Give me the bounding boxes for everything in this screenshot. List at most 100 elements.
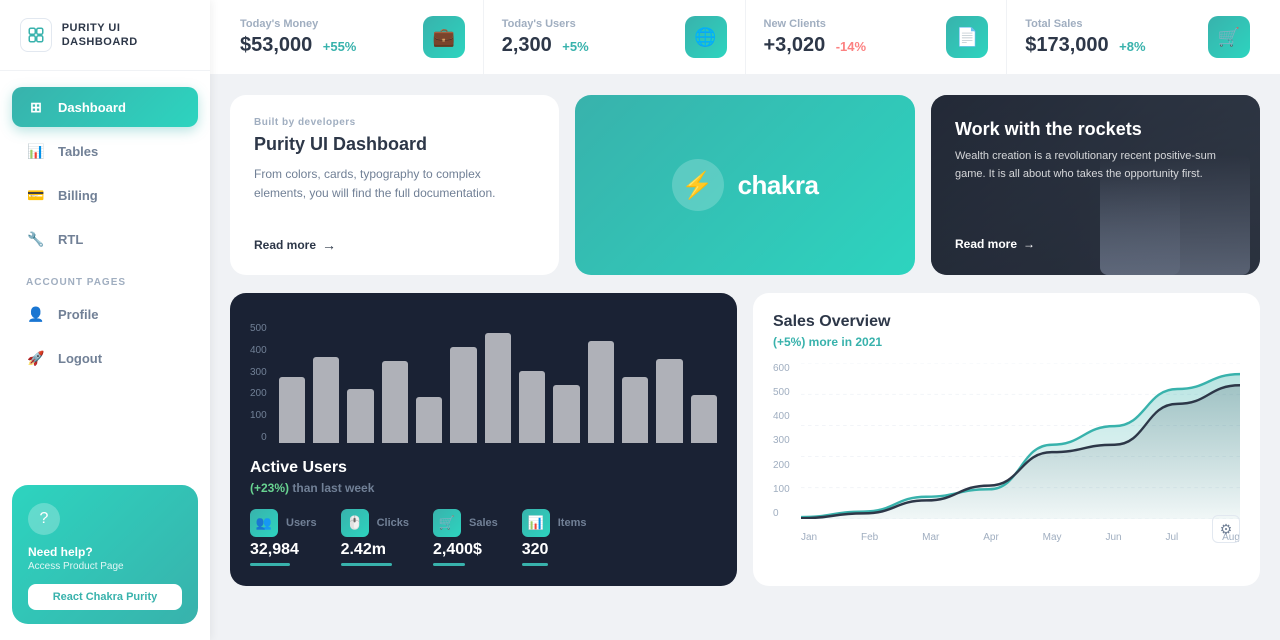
- sales-highlight: (+5%) more: [773, 335, 838, 349]
- sidebar-label-profile: Profile: [58, 307, 98, 322]
- dark-card-desc: Wealth creation is a revolutionary recen…: [955, 148, 1236, 183]
- sidebar-nav: ⊞Dashboard📊Tables💳Billing🔧RTL ACCOUNT PA…: [0, 71, 210, 469]
- chakra-logo-icon: ⚡: [672, 159, 724, 211]
- items-icon: 📊: [522, 509, 550, 537]
- chakra-text: chakra: [738, 170, 819, 201]
- chart-stat-label: Clicks: [377, 517, 409, 529]
- sidebar: PURITY UI DASHBOARD ⊞Dashboard📊Tables💳Bi…: [0, 0, 210, 640]
- chart-bar-8: [553, 385, 579, 443]
- sidebar-item-profile[interactable]: 👤Profile: [12, 294, 198, 334]
- sidebar-label-rtl: RTL: [58, 232, 83, 247]
- stat-change: +5%: [562, 39, 588, 54]
- account-section-label: ACCOUNT PAGES: [12, 263, 198, 294]
- stat-change: +8%: [1119, 39, 1145, 54]
- gear-icon[interactable]: ⚙: [1212, 515, 1240, 543]
- stat-label: New Clients: [764, 18, 867, 30]
- chart-bar-3: [382, 361, 408, 443]
- chart-bar-9: [588, 341, 614, 443]
- active-users-title: Active Users: [250, 459, 717, 477]
- sales-y-label: 400: [773, 411, 790, 422]
- y-label: 0: [250, 432, 267, 443]
- black-fill-area: [801, 385, 1240, 519]
- sales-chart-area: 6005004003002001000 JanFebMarAprMayJunJu…: [773, 363, 1240, 543]
- active-users-chart-card: 5004003002001000 Active Users (+23%) tha…: [230, 293, 737, 586]
- chart-bottom: Active Users (+23%) than last week 👥 Use…: [250, 459, 717, 566]
- y-label: 100: [250, 410, 267, 421]
- sales-subtitle: (+5%) more in 2021: [773, 335, 1240, 349]
- help-subtitle: Access Product Page: [28, 561, 182, 572]
- top-cards: Built by developers Purity UI Dashboard …: [230, 95, 1260, 275]
- bottom-row: 5004003002001000 Active Users (+23%) tha…: [230, 293, 1260, 586]
- dark-card-title: Work with the rockets: [955, 119, 1236, 140]
- chart-stat-label: Users: [286, 517, 317, 529]
- stat-card-today's-users: Today's Users 2,300 +5% 🌐: [484, 0, 746, 74]
- chart-stat-progress: [433, 563, 465, 566]
- dark-read-more-link[interactable]: Read more →: [955, 237, 1236, 251]
- help-icon: ?: [28, 503, 60, 535]
- chart-bar-7: [519, 371, 545, 443]
- active-users-pct: (+23%): [250, 481, 289, 495]
- chart-bars: [279, 323, 717, 443]
- sidebar-label-tables: Tables: [58, 144, 98, 159]
- users-icon: 👥: [250, 509, 278, 537]
- info-card-desc: From colors, cards, typography to comple…: [254, 165, 535, 203]
- sidebar-item-billing[interactable]: 💳Billing: [12, 175, 198, 215]
- dark-card: Work with the rockets Wealth creation is…: [931, 95, 1260, 275]
- sidebar-item-dashboard[interactable]: ⊞Dashboard: [12, 87, 198, 127]
- stat-label: Today's Users: [502, 18, 589, 30]
- y-label: 500: [250, 323, 267, 334]
- stat-value: +3,020: [764, 34, 826, 56]
- chart-bar-1: [313, 357, 339, 443]
- stat-label: Total Sales: [1025, 18, 1145, 30]
- sidebar-item-logout[interactable]: 🚀 Logout: [12, 338, 198, 378]
- chart-stats-row: 👥 Users 32,984 🖱️ Clicks 2.42m 🛒 Sales 2…: [250, 509, 717, 566]
- stat-card-total-sales: Total Sales $173,000 +8% 🛒: [1007, 0, 1268, 74]
- sales-svg-area: [801, 363, 1240, 519]
- read-more-link[interactable]: Read more →: [254, 237, 535, 253]
- y-label: 300: [250, 367, 267, 378]
- help-button[interactable]: React Chakra Purity: [28, 584, 182, 610]
- sales-card: Sales Overview (+5%) more in 2021 600500…: [753, 293, 1260, 586]
- sales-title: Sales Overview: [773, 313, 1240, 331]
- chart-stat-items: 📊 Items 320: [522, 509, 587, 566]
- content-area: Built by developers Purity UI Dashboard …: [210, 75, 1280, 596]
- chart-stat-progress: [250, 563, 290, 566]
- sidebar-item-tables[interactable]: 📊Tables: [12, 131, 198, 171]
- chart-stat-users: 👥 Users 32,984: [250, 509, 317, 566]
- sales-y-label: 100: [773, 484, 790, 495]
- sales-x-label: Apr: [983, 532, 999, 543]
- info-card: Built by developers Purity UI Dashboard …: [230, 95, 559, 275]
- chart-bar-11: [656, 359, 682, 443]
- chart-stat-label: Items: [558, 517, 587, 529]
- chart-stat-label: Sales: [469, 517, 498, 529]
- logout-icon: 🚀: [26, 348, 46, 368]
- logo-icon: [20, 18, 52, 52]
- sidebar-logo: PURITY UI DASHBOARD: [0, 0, 210, 71]
- sidebar-item-rtl[interactable]: 🔧RTL: [12, 219, 198, 259]
- stat-value: $53,000: [240, 34, 312, 56]
- sales-x-label: May: [1043, 532, 1062, 543]
- arrow-icon: →: [322, 237, 336, 253]
- stat-icon: 💼: [423, 16, 465, 58]
- sales-x-labels: JanFebMarAprMayJunJulAug: [801, 532, 1240, 543]
- sales-icon: 🛒: [433, 509, 461, 537]
- chart-stat-progress: [341, 563, 392, 566]
- stat-card-today's-money: Today's Money $53,000 +55% 💼: [222, 0, 484, 74]
- help-title: Need help?: [28, 545, 182, 559]
- info-card-title: Purity UI Dashboard: [254, 134, 535, 155]
- chart-stat-icon-row: 👥 Users: [250, 509, 317, 537]
- chart-stat-value: 2.42m: [341, 541, 409, 559]
- sales-x-label: Mar: [922, 532, 939, 543]
- sales-svg: [801, 363, 1240, 519]
- dark-card-content: Work with the rockets Wealth creation is…: [955, 119, 1236, 183]
- stats-row: Today's Money $53,000 +55% 💼 Today's Use…: [210, 0, 1280, 75]
- chart-stat-icon-row: 🛒 Sales: [433, 509, 498, 537]
- clicks-icon: 🖱️: [341, 509, 369, 537]
- sales-y-labels: 6005004003002001000: [773, 363, 790, 519]
- sidebar-label-logout: Logout: [58, 351, 102, 366]
- sales-suffix: in 2021: [841, 335, 882, 349]
- billing-icon: 💳: [26, 185, 46, 205]
- dark-read-more-text: Read more: [955, 237, 1017, 251]
- chart-bar-2: [347, 389, 373, 443]
- chart-bar-0: [279, 377, 305, 443]
